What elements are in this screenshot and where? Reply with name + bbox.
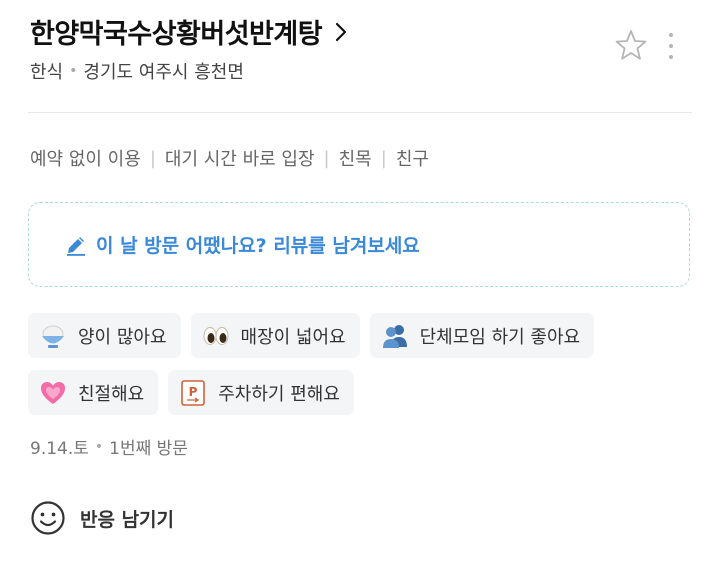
star-icon[interactable] [614,28,648,62]
keyword-label: 단체모임 하기 좋아요 [419,326,581,348]
keyword-chip: 양이 많아요 [28,313,181,358]
place-location: 경기도 여주시 흥천면 [83,62,244,83]
place-name: 한양막국수상황버섯반계탕 [30,19,323,50]
smiley-icon [31,501,65,535]
feature-tag: 친구 [395,149,429,170]
parking-icon: P [178,378,208,408]
place-meta: 한식 • 경기도 여주시 흥천면 [30,58,244,84]
keyword-label: 친절해요 [78,383,145,405]
feature-tag: 대기 시간 바로 입장 [164,149,315,170]
review-prompt: 이 날 방문 어땠나요? 리뷰를 남겨보세요 [96,235,420,257]
keyword-chip: 단체모임 하기 좋아요 [369,313,595,358]
rice-bowl-icon [38,321,68,351]
heart-icon [38,378,68,408]
feature-tag: 예약 없이 이용 [30,149,141,170]
visit-count: 1번째 방문 [109,439,188,459]
keyword-chips: 양이 많아요 매장이 넓어요 단체모임 하기 좋아요 친절해요 P 주차하기 편… [28,313,668,415]
svg-text:P: P [189,385,198,399]
separator-dot: • [94,438,104,455]
feature-separator: | [323,147,330,169]
feature-tag: 친목 [338,149,372,170]
reaction-label: 반응 남기기 [80,508,175,531]
feature-separator: | [149,147,156,169]
keyword-chip: 친절해요 [28,370,159,415]
leave-reaction-button[interactable]: 반응 남기기 [30,500,174,536]
keyword-chip: P 주차하기 편해요 [168,370,354,415]
keyword-chip: 매장이 넓어요 [190,313,360,358]
visit-date: 9.14.토 [30,439,89,459]
write-review-button[interactable]: 이 날 방문 어땠나요? 리뷰를 남겨보세요 [28,202,690,287]
keyword-label: 매장이 넓어요 [240,326,346,348]
people-icon [380,321,410,351]
place-category: 한식 [30,62,64,83]
pencil-icon [67,236,85,256]
feature-separator: | [380,147,387,169]
separator-dot: • [69,63,78,79]
eyes-icon [201,321,231,351]
keyword-label: 주차하기 편해요 [218,383,340,405]
more-options-icon[interactable] [662,31,680,61]
visit-features: 예약 없이 이용 | 대기 시간 바로 입장 | 친목 | 친구 [30,145,429,171]
keyword-label: 양이 많아요 [78,326,167,348]
visit-info: 9.14.토 • 1번째 방문 [30,434,188,460]
chevron-right-icon [335,22,347,41]
divider [28,112,692,113]
place-title-link[interactable]: 한양막국수상황버섯반계탕 [30,12,348,51]
